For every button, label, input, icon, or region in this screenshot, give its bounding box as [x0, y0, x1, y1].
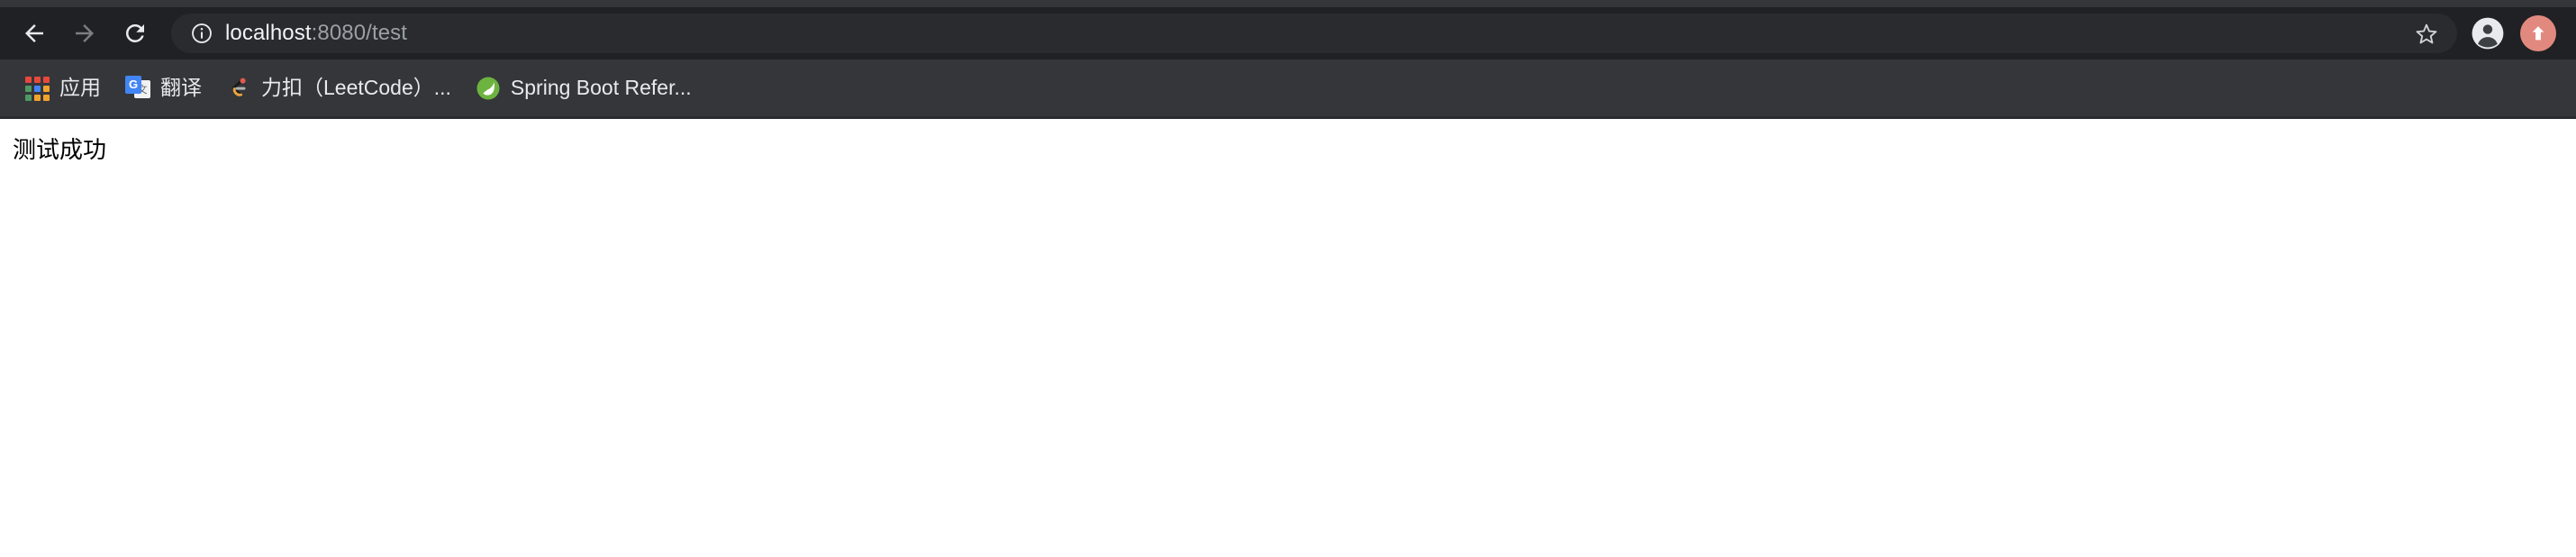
bookmark-item-spring-boot[interactable]: Spring Boot Refer...: [466, 67, 701, 110]
browser-toolbar: localhost:8080/test: [0, 7, 2576, 59]
star-icon: [2416, 23, 2437, 44]
bookmark-label: 翻译: [160, 76, 202, 99]
tab-strip-edge: [0, 0, 2576, 7]
profile-avatar-button[interactable]: [2463, 8, 2513, 59]
spring-leaf-glyph: [476, 77, 500, 99]
url-host: localhost: [225, 21, 312, 45]
back-button[interactable]: [9, 8, 59, 59]
google-translate-icon: 文 G: [124, 75, 151, 102]
bookmark-label: 力扣（LeetCode）...: [261, 76, 451, 99]
site-info-icon[interactable]: [187, 19, 216, 48]
toolbar-right-actions: [2457, 8, 2563, 59]
bookmark-label: 应用: [59, 76, 101, 99]
spring-boot-icon: [475, 75, 502, 102]
update-button[interactable]: [2513, 8, 2563, 59]
bookmark-item-apps[interactable]: 应用: [14, 67, 110, 110]
reload-icon: [125, 23, 144, 42]
up-arrow-icon: [2532, 26, 2544, 41]
bookmark-item-leetcode[interactable]: 力扣（LeetCode）...: [216, 67, 460, 110]
update-badge: [2520, 15, 2556, 51]
reload-button[interactable]: [110, 8, 160, 59]
avatar-icon: [2472, 17, 2504, 50]
info-circle-icon: [192, 23, 212, 43]
apps-grid-icon: [23, 75, 50, 102]
url-path: :8080/test: [311, 21, 408, 45]
leetcode-icon: [225, 75, 252, 102]
leetcode-glyph: [231, 78, 246, 96]
bookmarks-bar: 应用 文 G 翻译 力扣（LeetCode）... Spring Boot Re…: [0, 59, 2576, 119]
back-arrow-icon: [25, 24, 43, 42]
bookmark-item-translate[interactable]: 文 G 翻译: [115, 67, 211, 110]
page-content: 测试成功: [0, 119, 2576, 557]
bookmark-label: Spring Boot Refer...: [510, 76, 692, 99]
forward-arrow-icon: [76, 24, 94, 42]
bookmark-star-button[interactable]: [2403, 14, 2450, 53]
page-body-text: 测试成功: [13, 136, 107, 163]
browser-window: localhost:8080/test 应用 文 G 翻译 力扣（LeetCod…: [0, 0, 2576, 557]
address-bar[interactable]: localhost:8080/test: [171, 14, 2457, 53]
url-text[interactable]: localhost:8080/test: [225, 14, 2403, 53]
forward-button[interactable]: [59, 8, 110, 59]
